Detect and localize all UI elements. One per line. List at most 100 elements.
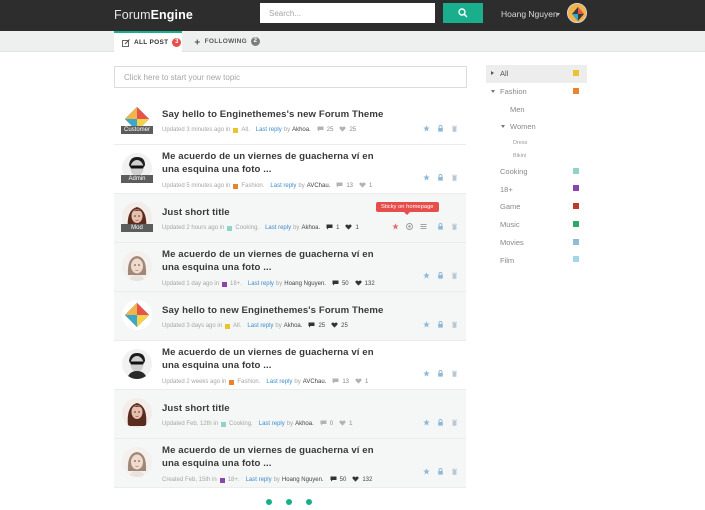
- author-link[interactable]: Hoang Nguyen.: [284, 281, 326, 287]
- trash-icon[interactable]: [451, 320, 458, 328]
- author-link[interactable]: Akhoa.: [301, 225, 320, 231]
- star-icon[interactable]: [423, 124, 430, 132]
- topic-title[interactable]: Me acuerdo de un viernes de guacherna ví…: [162, 249, 392, 274]
- trash-icon[interactable]: [451, 369, 458, 377]
- search-button[interactable]: [443, 3, 483, 23]
- author-avatar[interactable]: [122, 349, 152, 379]
- lock-icon[interactable]: [437, 369, 444, 377]
- category-link[interactable]: Cooking.: [235, 225, 259, 231]
- topic-row[interactable]: Admin Me acuerdo de un viernes de guache…: [114, 145, 466, 194]
- star-icon[interactable]: [423, 173, 430, 181]
- author-link[interactable]: Akhoa.: [292, 127, 311, 133]
- category-color-swatch: [233, 127, 239, 133]
- topic-row[interactable]: Mod Just short title Updated 2 hours ago…: [114, 194, 466, 243]
- lock-icon[interactable]: [437, 271, 444, 279]
- tab-following[interactable]: FOLLOWING 2: [188, 31, 260, 52]
- star-icon[interactable]: [423, 418, 430, 426]
- lock-icon[interactable]: [437, 418, 444, 426]
- topic-title[interactable]: Just short title: [162, 403, 392, 416]
- category-item-18-[interactable]: 18+: [486, 180, 587, 198]
- updated-time: Updated 2 weeks ago in: [162, 379, 227, 385]
- site-logo[interactable]: ForumEngine: [114, 8, 193, 22]
- chevron-down-icon[interactable]: [556, 13, 560, 16]
- topic-row[interactable]: Just short title Updated Feb, 12th in Co…: [114, 390, 466, 439]
- category-item-music[interactable]: Music: [486, 216, 587, 234]
- category-link[interactable]: 18+.: [228, 477, 240, 483]
- last-reply-link[interactable]: Last reply: [266, 379, 292, 385]
- last-reply-link[interactable]: Last reply: [256, 127, 282, 133]
- pagination-dot[interactable]: [266, 499, 272, 505]
- pagination-dot[interactable]: [286, 499, 292, 505]
- author-link[interactable]: Akhoa.: [284, 323, 303, 329]
- category-item-dress[interactable]: Dress: [486, 136, 587, 150]
- topic-row[interactable]: Me acuerdo de un viernes de guacherna ví…: [114, 439, 466, 488]
- topic-title[interactable]: Me acuerdo de un viernes de guacherna ví…: [162, 347, 392, 372]
- search-input[interactable]: [260, 3, 435, 23]
- username-menu[interactable]: Hoang Nguyen: [501, 9, 558, 19]
- category-link[interactable]: All.: [241, 127, 249, 133]
- topic-row[interactable]: Me acuerdo de un viernes de guacherna ví…: [114, 243, 466, 292]
- topic-row[interactable]: Me acuerdo de un viernes de guacherna ví…: [114, 341, 466, 390]
- category-item-fashion[interactable]: Fashion: [486, 83, 587, 101]
- trash-icon[interactable]: [451, 124, 458, 132]
- author-link[interactable]: Akhoa.: [295, 421, 314, 427]
- category-item-bikini[interactable]: Bikini: [486, 149, 587, 163]
- new-topic-input[interactable]: [114, 66, 467, 88]
- author-avatar[interactable]: [122, 447, 152, 477]
- pagination-dot[interactable]: [306, 499, 312, 505]
- lock-icon[interactable]: [437, 320, 444, 328]
- star-icon[interactable]: [423, 271, 430, 279]
- topic-title[interactable]: Me acuerdo de un viernes de guacherna ví…: [162, 151, 392, 176]
- topic-title[interactable]: Just short title: [162, 207, 392, 220]
- topic-title[interactable]: Me acuerdo de un viernes de guacherna ví…: [162, 445, 392, 470]
- last-reply-link[interactable]: Last reply: [259, 421, 285, 427]
- trash-icon[interactable]: [451, 467, 458, 475]
- author-link[interactable]: Hoang Nguyen.: [282, 477, 324, 483]
- author-avatar[interactable]: [122, 300, 152, 330]
- topic-row[interactable]: Customer Say hello to Enginethemes's new…: [114, 96, 466, 145]
- trash-icon[interactable]: [451, 222, 458, 230]
- lock-icon[interactable]: [437, 467, 444, 475]
- topic-title[interactable]: Say hello to new Enginethemes's Forum Th…: [162, 305, 392, 318]
- trash-icon[interactable]: [451, 418, 458, 426]
- caret-right-icon[interactable]: [491, 71, 494, 75]
- star-icon[interactable]: [392, 222, 399, 230]
- topic-title[interactable]: Say hello to Enginethemes's new Forum Th…: [162, 109, 392, 122]
- star-icon[interactable]: [423, 467, 430, 475]
- last-reply-link[interactable]: Last reply: [247, 323, 273, 329]
- author-link[interactable]: AVChau.: [307, 183, 331, 189]
- topic-row[interactable]: Say hello to new Enginethemes's Forum Th…: [114, 292, 466, 341]
- list-icon[interactable]: [420, 222, 427, 229]
- last-reply-link[interactable]: Last reply: [265, 225, 291, 231]
- category-link[interactable]: Fashion.: [241, 183, 264, 189]
- star-icon[interactable]: [423, 320, 430, 328]
- author-link[interactable]: AVChau.: [303, 379, 327, 385]
- lock-icon[interactable]: [437, 222, 444, 230]
- author-avatar[interactable]: [122, 398, 152, 428]
- star-icon[interactable]: [423, 369, 430, 377]
- tab-all-post[interactable]: ALL POST 3: [114, 31, 182, 52]
- author-avatar[interactable]: [122, 251, 152, 281]
- lock-icon[interactable]: [437, 124, 444, 132]
- category-item-all[interactable]: All: [486, 65, 587, 83]
- category-link[interactable]: Fashion.: [237, 379, 260, 385]
- category-item-women[interactable]: Women: [486, 118, 587, 136]
- category-item-cooking[interactable]: Cooking: [486, 163, 587, 181]
- category-link[interactable]: 18+.: [230, 281, 242, 287]
- category-item-men[interactable]: Men: [486, 100, 587, 118]
- category-item-movies[interactable]: Movies: [486, 234, 587, 252]
- caret-down-icon[interactable]: [491, 89, 495, 93]
- trash-icon[interactable]: [451, 271, 458, 279]
- last-reply-link[interactable]: Last reply: [248, 281, 274, 287]
- category-link[interactable]: All.: [233, 323, 241, 329]
- last-reply-link[interactable]: Last reply: [246, 477, 272, 483]
- category-link[interactable]: Cooking.: [229, 421, 253, 427]
- pin-icon[interactable]: [406, 222, 413, 230]
- lock-icon[interactable]: [437, 173, 444, 181]
- trash-icon[interactable]: [451, 173, 458, 181]
- caret-down-icon[interactable]: [501, 125, 505, 129]
- user-avatar[interactable]: [567, 3, 587, 23]
- last-reply-link[interactable]: Last reply: [270, 183, 296, 189]
- category-item-game[interactable]: Game: [486, 198, 587, 216]
- category-item-film[interactable]: Film: [486, 251, 587, 269]
